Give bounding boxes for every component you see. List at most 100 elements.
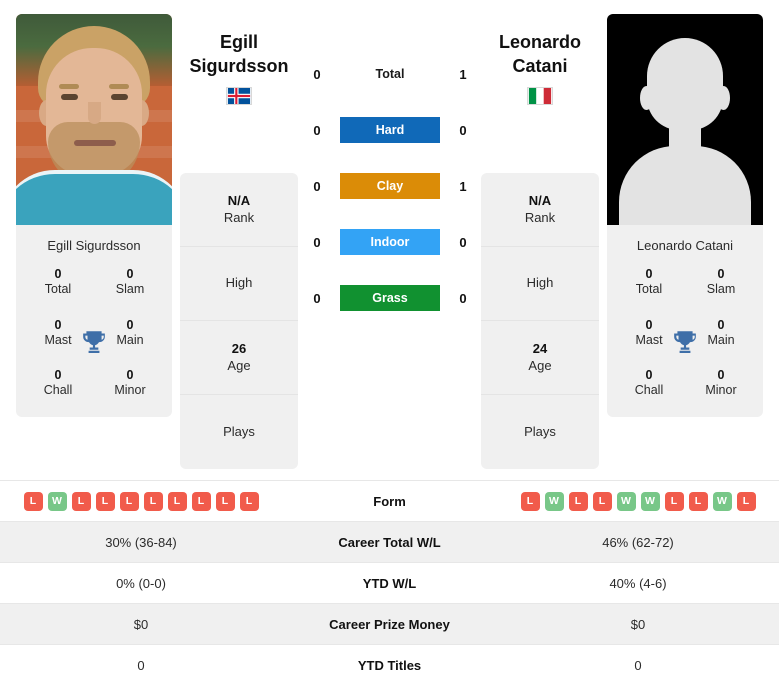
form-badge-loss[interactable]: L — [95, 491, 115, 511]
info-age-left: 26 Age — [180, 321, 298, 395]
comparison-header: Egill Sigurdsson 0 Total 0 Slam 0 Mast 0… — [0, 0, 779, 472]
table-row-career-prize-money: $0 Career Prize Money $0 — [0, 603, 779, 644]
comparison-stats-table: LWLLLLLLLL Form LWLLWWLLWL 30% (36-84) C… — [0, 480, 779, 685]
title-stat: 0 Minor — [685, 368, 757, 399]
title-stat-label: Minor — [705, 383, 737, 398]
h2h-left-score: 0 — [313, 66, 321, 82]
h2h-row-total: 0 Total 1 — [305, 60, 475, 88]
h2h-surface-label-indoor[interactable]: Indoor — [340, 229, 440, 255]
info-age-right: 24 Age — [481, 321, 599, 395]
info-label: Rank — [524, 209, 556, 225]
table-row-career-total-wl: 30% (36-84) Career Total W/L 46% (62-72) — [0, 521, 779, 562]
form-badge-win[interactable]: W — [712, 491, 732, 511]
title-stat-value: 0 — [126, 368, 134, 382]
form-badge-loss[interactable]: L — [71, 491, 91, 511]
form-badge-loss[interactable]: L — [143, 491, 163, 511]
form-badge-loss[interactable]: L — [592, 491, 612, 511]
table-row-ytd-wl: 0% (0-0) YTD W/L 40% (4-6) — [0, 562, 779, 603]
row-label-career-prize-money: Career Prize Money — [329, 616, 450, 632]
info-label: High — [225, 275, 253, 291]
form-badge-win[interactable]: W — [47, 491, 67, 511]
title-stat-label: Total — [44, 282, 72, 297]
form-badge-win[interactable]: W — [616, 491, 636, 511]
form-badge-loss[interactable]: L — [568, 491, 588, 511]
form-badge-win[interactable]: W — [640, 491, 660, 511]
table-row-ytd-titles: 0 YTD Titles 0 — [0, 644, 779, 685]
row-label-career-total-wl: Career Total W/L — [338, 534, 441, 550]
title-stat-value: 0 — [54, 267, 62, 281]
info-high-left: High — [180, 247, 298, 321]
avatar-ear — [717, 86, 730, 110]
h2h-right-score: 0 — [459, 290, 467, 306]
stat-value-right: $0 — [630, 616, 646, 632]
title-stat: 0 Slam — [685, 267, 757, 298]
info-plays-left: Plays — [180, 395, 298, 469]
info-label: Plays — [223, 423, 255, 439]
form-badge-loss[interactable]: L — [520, 491, 540, 511]
title-stat-label: Slam — [706, 282, 736, 297]
title-stat-value: 0 — [717, 267, 725, 281]
form-badge-loss[interactable]: L — [688, 491, 708, 511]
form-badge-loss[interactable]: L — [736, 491, 756, 511]
form-badges-left: LWLLLLLLLL — [0, 491, 282, 511]
player-card-left[interactable]: Egill Sigurdsson 0 Total 0 Slam 0 Mast 0… — [16, 14, 172, 417]
form-badge-loss[interactable]: L — [664, 491, 684, 511]
photo-eye — [111, 94, 128, 100]
info-label: Plays — [524, 423, 556, 439]
info-label: Age — [528, 357, 552, 373]
photo-mouth — [74, 140, 116, 146]
stat-value-right: 40% (4-6) — [609, 575, 667, 591]
info-value: N/A — [227, 193, 251, 209]
h2h-left-score: 0 — [313, 178, 321, 194]
avatar-ear — [640, 86, 653, 110]
player-card-right[interactable]: Leonardo Catani 0 Total 0 Slam 0 Mast 0 … — [607, 14, 763, 417]
form-badge-loss[interactable]: L — [23, 491, 43, 511]
trophy-icon — [674, 331, 696, 353]
h2h-surface-label-grass[interactable]: Grass — [340, 285, 440, 311]
player-last-name: Catani — [512, 56, 568, 77]
info-value: 24 — [532, 341, 548, 357]
h2h-left-score: 0 — [313, 290, 321, 306]
title-stat-value: 0 — [54, 368, 62, 382]
h2h-row-grass: 0 Grass 0 — [305, 284, 475, 312]
photo-eye — [61, 94, 78, 100]
stat-value-left: 0 — [137, 657, 145, 673]
h2h-surface-label-hard[interactable]: Hard — [340, 117, 440, 143]
table-row-form: LWLLLLLLLL Form LWLLWWLLWL — [0, 480, 779, 521]
info-high-right: High — [481, 247, 599, 321]
info-label: Age — [227, 357, 251, 373]
info-value: 26 — [231, 341, 247, 357]
title-stat: 0 Total — [22, 267, 94, 298]
iceland-flag-icon — [226, 86, 252, 105]
h2h-left-score: 0 — [313, 122, 321, 138]
title-stat: 0 Chall — [22, 368, 94, 399]
h2h-surface-label-clay[interactable]: Clay — [340, 173, 440, 199]
titles-grid-right: 0 Total 0 Slam 0 Mast 0 Main 0 Chall 0 M… — [607, 265, 763, 417]
player-last-name: Sigurdsson — [189, 56, 289, 77]
info-label: Rank — [223, 209, 255, 225]
form-cell-right: LWLLWWLLWL — [497, 491, 779, 511]
form-badge-win[interactable]: W — [544, 491, 564, 511]
stat-value-right: 46% (62-72) — [602, 534, 674, 550]
form-badge-loss[interactable]: L — [119, 491, 139, 511]
info-rank-right: N/A Rank — [481, 173, 599, 247]
photo-nose — [88, 102, 101, 124]
info-value: N/A — [528, 193, 552, 209]
h2h-surface-label: Total — [375, 67, 405, 81]
player-first-name: Leonardo — [498, 32, 581, 52]
form-badge-loss[interactable]: L — [239, 491, 259, 511]
info-plays-right: Plays — [481, 395, 599, 469]
photo-eyebrow — [59, 84, 79, 89]
form-badge-loss[interactable]: L — [215, 491, 235, 511]
player-name-caption-right: Leonardo Catani — [636, 238, 734, 253]
form-badge-loss[interactable]: L — [167, 491, 187, 511]
form-badges-right: LWLLWWLLWL — [497, 491, 779, 511]
title-stat: 0 Total — [613, 267, 685, 298]
title-stat-value: 0 — [126, 267, 134, 281]
h2h-right-score: 0 — [459, 122, 467, 138]
form-badge-loss[interactable]: L — [191, 491, 211, 511]
info-label: High — [526, 275, 554, 291]
title-stat-label: Minor — [114, 383, 146, 398]
head-to-head-surfaces: 0 Total 1 0 Hard 0 0 Clay 1 0 Indoor 0 0 — [305, 60, 475, 312]
h2h-right-score: 0 — [459, 234, 467, 250]
